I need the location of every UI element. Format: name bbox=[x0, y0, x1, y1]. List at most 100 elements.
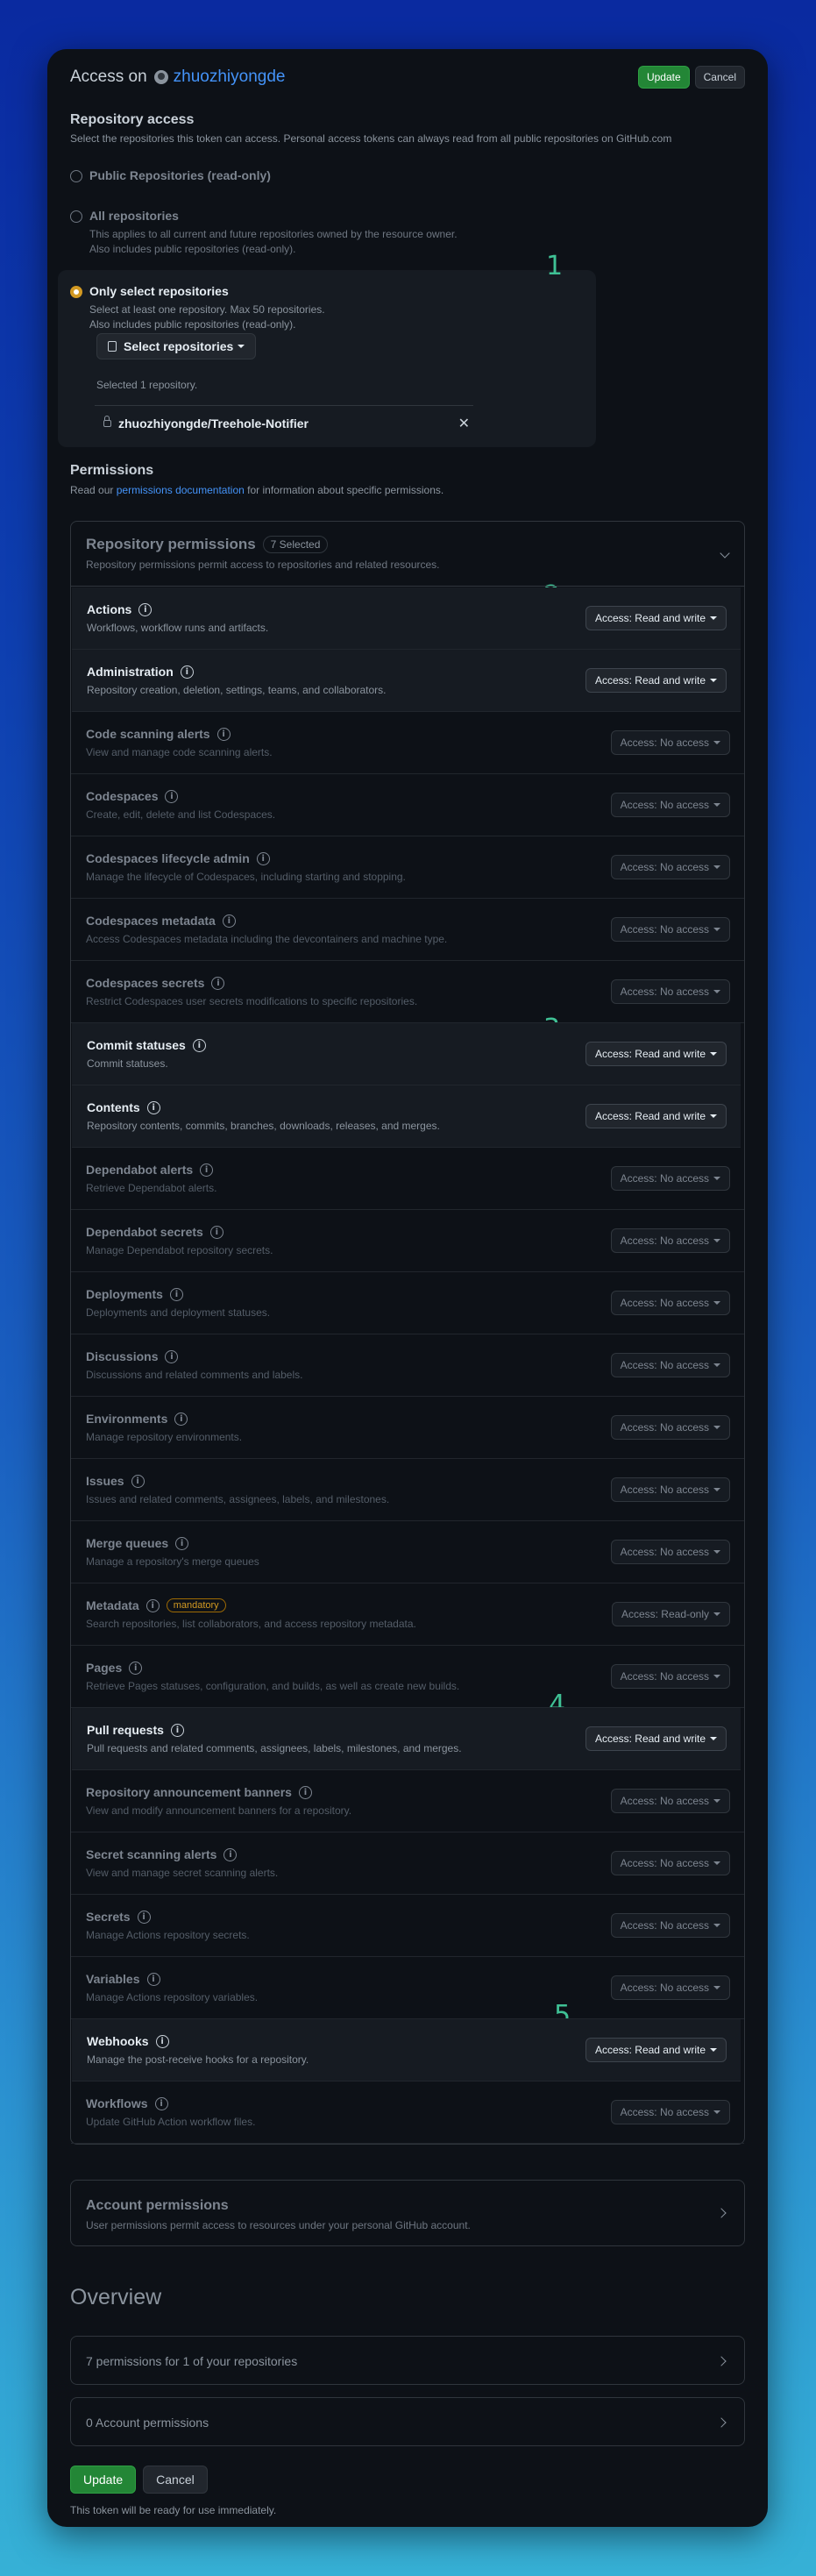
permission-name: Repository announcement banners i bbox=[86, 1785, 312, 1799]
access-dropdown[interactable]: Access: No access bbox=[610, 1913, 730, 1938]
selected-repo-row: zhuozhiyongde/Treehole-Notifier ✕ bbox=[95, 405, 473, 440]
radio-public-repositories[interactable]: Public Repositories (read-only) bbox=[70, 168, 271, 182]
info-icon[interactable]: i bbox=[180, 665, 194, 679]
access-dropdown[interactable]: Access: No access bbox=[610, 1664, 730, 1689]
access-dropdown[interactable]: Access: No access bbox=[610, 1851, 730, 1875]
radio-button[interactable] bbox=[70, 210, 82, 223]
permission-name: Discussions i bbox=[86, 1349, 179, 1363]
info-icon[interactable]: i bbox=[146, 1100, 160, 1114]
access-dropdown[interactable]: Access: No access bbox=[610, 793, 730, 817]
account-permissions-panel[interactable]: Account permissions User permissions per… bbox=[70, 2180, 745, 2246]
radio-button-selected[interactable] bbox=[70, 286, 82, 298]
cancel-button-top[interactable]: Cancel bbox=[694, 66, 745, 89]
radio-description: Select at least one repository. Max 50 r… bbox=[89, 302, 325, 332]
permission-name-label: Workflows bbox=[86, 2096, 148, 2110]
info-icon[interactable]: i bbox=[256, 851, 270, 865]
permission-name: Deployments i bbox=[86, 1287, 183, 1301]
info-icon[interactable]: i bbox=[200, 1163, 214, 1177]
info-icon[interactable]: i bbox=[165, 1349, 179, 1363]
repository-permissions-header[interactable]: Repository permissions 7 Selected Reposi… bbox=[71, 522, 744, 587]
access-dropdown[interactable]: Access: Read and write bbox=[585, 1042, 727, 1066]
repository-access-heading: Repository access bbox=[70, 112, 195, 127]
access-dropdown[interactable]: Access: No access bbox=[610, 1477, 730, 1502]
access-dropdown[interactable]: Access: Read and write bbox=[585, 1104, 727, 1128]
access-dropdown[interactable]: Access: No access bbox=[610, 1789, 730, 1813]
info-icon[interactable]: i bbox=[175, 1536, 189, 1550]
overview-account-summary[interactable]: 0 Account permissions bbox=[70, 2397, 745, 2446]
caret-down-icon bbox=[710, 679, 717, 682]
access-dropdown[interactable]: Access: No access bbox=[610, 730, 730, 755]
permissions-documentation-link[interactable]: permissions documentation bbox=[117, 484, 245, 496]
permission-name: Codespaces secrets i bbox=[86, 976, 225, 990]
permission-row: Code scanning alerts i View and manage cod… bbox=[71, 712, 744, 774]
info-icon[interactable]: i bbox=[155, 2034, 169, 2048]
chevron-right-icon[interactable] bbox=[716, 2356, 727, 2366]
permission-row: Deployments i Deployments and deployment s… bbox=[71, 1272, 744, 1334]
info-icon[interactable]: i bbox=[131, 1474, 145, 1488]
access-level-label: Access: No access bbox=[620, 986, 709, 998]
access-dropdown[interactable]: Access: No access bbox=[610, 917, 730, 942]
access-dropdown[interactable]: Access: No access bbox=[610, 1228, 730, 1253]
repo-icon bbox=[108, 341, 117, 352]
chevron-right-icon[interactable] bbox=[716, 2417, 727, 2428]
owner-name[interactable]: zhuozhiyongde bbox=[174, 68, 286, 87]
info-icon[interactable]: i bbox=[224, 1847, 238, 1861]
access-dropdown[interactable]: Access: No access bbox=[610, 979, 730, 1004]
access-level-label: Access: Read and write bbox=[594, 1048, 706, 1060]
permission-description: Discussions and related comments and lab… bbox=[86, 1369, 303, 1381]
info-icon[interactable]: i bbox=[209, 1225, 224, 1239]
info-icon[interactable]: i bbox=[211, 976, 225, 990]
permission-row: Codespaces lifecycle admin i Manage the li… bbox=[71, 836, 744, 899]
access-dropdown[interactable]: Access: Read and write bbox=[585, 1726, 727, 1751]
info-icon[interactable]: i bbox=[138, 602, 153, 616]
access-dropdown[interactable]: Access: No access bbox=[610, 1975, 730, 2000]
permission-name-label: Pages bbox=[86, 1661, 123, 1675]
repository-summary-text: 7 permissions for 1 of your repositories bbox=[86, 2354, 298, 2368]
info-icon[interactable]: i bbox=[165, 789, 179, 803]
radio-button[interactable] bbox=[70, 170, 82, 182]
update-button[interactable]: Update bbox=[70, 2466, 137, 2494]
chevron-right-icon[interactable] bbox=[716, 2208, 727, 2218]
info-icon[interactable]: i bbox=[192, 1038, 206, 1052]
radio-only-select-repositories[interactable]: Only select repositories Select at least… bbox=[70, 284, 325, 332]
caret-down-icon bbox=[713, 1675, 720, 1678]
info-icon[interactable]: i bbox=[222, 914, 236, 928]
access-dropdown[interactable]: Access: No access bbox=[610, 1166, 730, 1191]
radio-all-repositories[interactable]: All repositories This applies to all cur… bbox=[70, 209, 458, 257]
access-dropdown[interactable]: Access: No access bbox=[610, 1353, 730, 1377]
cancel-button[interactable]: Cancel bbox=[143, 2466, 208, 2494]
resource-owner[interactable]: zhuozhiyongde bbox=[153, 68, 286, 87]
info-icon[interactable]: i bbox=[145, 1598, 160, 1612]
info-icon[interactable]: i bbox=[129, 1661, 143, 1675]
permission-name-label: Code scanning alerts bbox=[86, 727, 210, 741]
access-dropdown[interactable]: Access: No access bbox=[610, 1540, 730, 1564]
info-icon[interactable]: i bbox=[174, 1412, 188, 1426]
info-icon[interactable]: i bbox=[170, 1723, 184, 1737]
info-icon[interactable]: i bbox=[169, 1287, 183, 1301]
avatar bbox=[153, 70, 168, 84]
update-button-top[interactable]: Update bbox=[637, 66, 690, 89]
access-dropdown[interactable]: Access: No access bbox=[610, 1415, 730, 1440]
caret-down-icon bbox=[713, 1177, 720, 1180]
select-repositories-button[interactable]: Select repositories bbox=[96, 333, 257, 359]
permission-row: Codespaces metadata i Access Codespaces me… bbox=[71, 899, 744, 961]
info-icon[interactable]: i bbox=[146, 1972, 160, 1986]
desc-text: for information about specific permissio… bbox=[247, 484, 444, 496]
info-icon[interactable]: i bbox=[154, 2096, 168, 2110]
close-icon[interactable]: ✕ bbox=[458, 415, 470, 432]
info-icon[interactable]: i bbox=[298, 1785, 312, 1799]
access-dropdown[interactable]: Access: No access bbox=[610, 1291, 730, 1315]
access-dropdown[interactable]: Access: No access bbox=[610, 855, 730, 879]
radio-label: All repositories bbox=[89, 209, 179, 223]
access-dropdown[interactable]: Access: Read and write bbox=[585, 668, 727, 693]
permission-row: Pull requests i Pull requests and related … bbox=[72, 1708, 741, 1770]
overview-repository-summary[interactable]: 7 permissions for 1 of your repositories bbox=[70, 2336, 745, 2385]
access-dropdown[interactable]: Access: Read-only bbox=[611, 1602, 730, 1626]
access-dropdown[interactable]: Access: Read and write bbox=[585, 2038, 727, 2062]
access-dropdown[interactable]: Access: Read and write bbox=[585, 606, 727, 630]
permission-name: Pull requests i bbox=[87, 1723, 184, 1737]
access-dropdown[interactable]: Access: No access bbox=[610, 2100, 730, 2124]
info-icon[interactable]: i bbox=[216, 727, 231, 741]
permission-row: Discussions i Discussions and related comm… bbox=[71, 1334, 744, 1397]
info-icon[interactable]: i bbox=[137, 1910, 151, 1924]
